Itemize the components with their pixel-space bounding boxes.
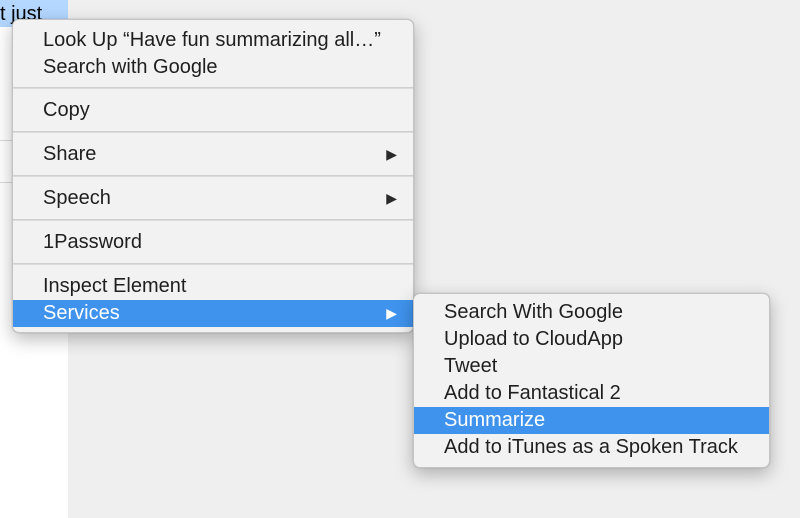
menu-item-search-with-google[interactable]: Search with Google (13, 54, 413, 81)
services-item-upload-to-cloudapp[interactable]: Upload to CloudApp (414, 326, 769, 353)
menu-item-label: Look Up “Have fun summarizing all…” (43, 29, 381, 51)
submenu-arrow-icon: ▶ (386, 146, 397, 162)
menu-divider (13, 219, 413, 221)
submenu-arrow-icon: ▶ (386, 190, 397, 206)
menu-item-share[interactable]: Share ▶ (13, 141, 413, 168)
menu-divider (13, 87, 413, 89)
menu-item-label: Search With Google (444, 301, 623, 323)
menu-item-copy[interactable]: Copy (13, 97, 413, 124)
services-item-summarize[interactable]: Summarize (414, 407, 769, 434)
context-menu: Look Up “Have fun summarizing all…” Sear… (12, 19, 414, 333)
menu-divider (13, 131, 413, 133)
menu-item-label: Services (43, 302, 120, 324)
menu-item-label: 1Password (43, 231, 142, 253)
services-item-add-to-fantastical[interactable]: Add to Fantastical 2 (414, 380, 769, 407)
menu-item-1password[interactable]: 1Password (13, 229, 413, 256)
menu-item-label: Speech (43, 187, 111, 209)
menu-item-inspect-element[interactable]: Inspect Element (13, 273, 413, 300)
menu-item-label: Tweet (444, 355, 498, 377)
menu-item-label: Summarize (444, 409, 546, 431)
submenu-arrow-icon: ▶ (386, 305, 397, 321)
services-item-tweet[interactable]: Tweet (414, 353, 769, 380)
menu-divider (13, 263, 413, 265)
menu-item-label: Inspect Element (43, 275, 187, 297)
menu-item-label: Share (43, 143, 97, 165)
menu-item-services[interactable]: Services ▶ (13, 300, 413, 327)
services-item-search-with-google[interactable]: Search With Google (414, 299, 769, 326)
menu-item-label: Add to iTunes as a Spoken Track (444, 436, 738, 458)
services-item-add-to-itunes[interactable]: Add to iTunes as a Spoken Track (414, 434, 769, 461)
menu-item-look-up[interactable]: Look Up “Have fun summarizing all…” (13, 27, 413, 54)
menu-item-label: Upload to CloudApp (444, 328, 624, 350)
services-submenu: Search With Google Upload to CloudApp Tw… (413, 293, 770, 468)
menu-item-speech[interactable]: Speech ▶ (13, 185, 413, 212)
menu-item-label: Search with Google (43, 56, 218, 78)
menu-item-label: Copy (43, 99, 90, 121)
menu-item-label: Add to Fantastical 2 (444, 382, 621, 404)
menu-divider (13, 175, 413, 177)
